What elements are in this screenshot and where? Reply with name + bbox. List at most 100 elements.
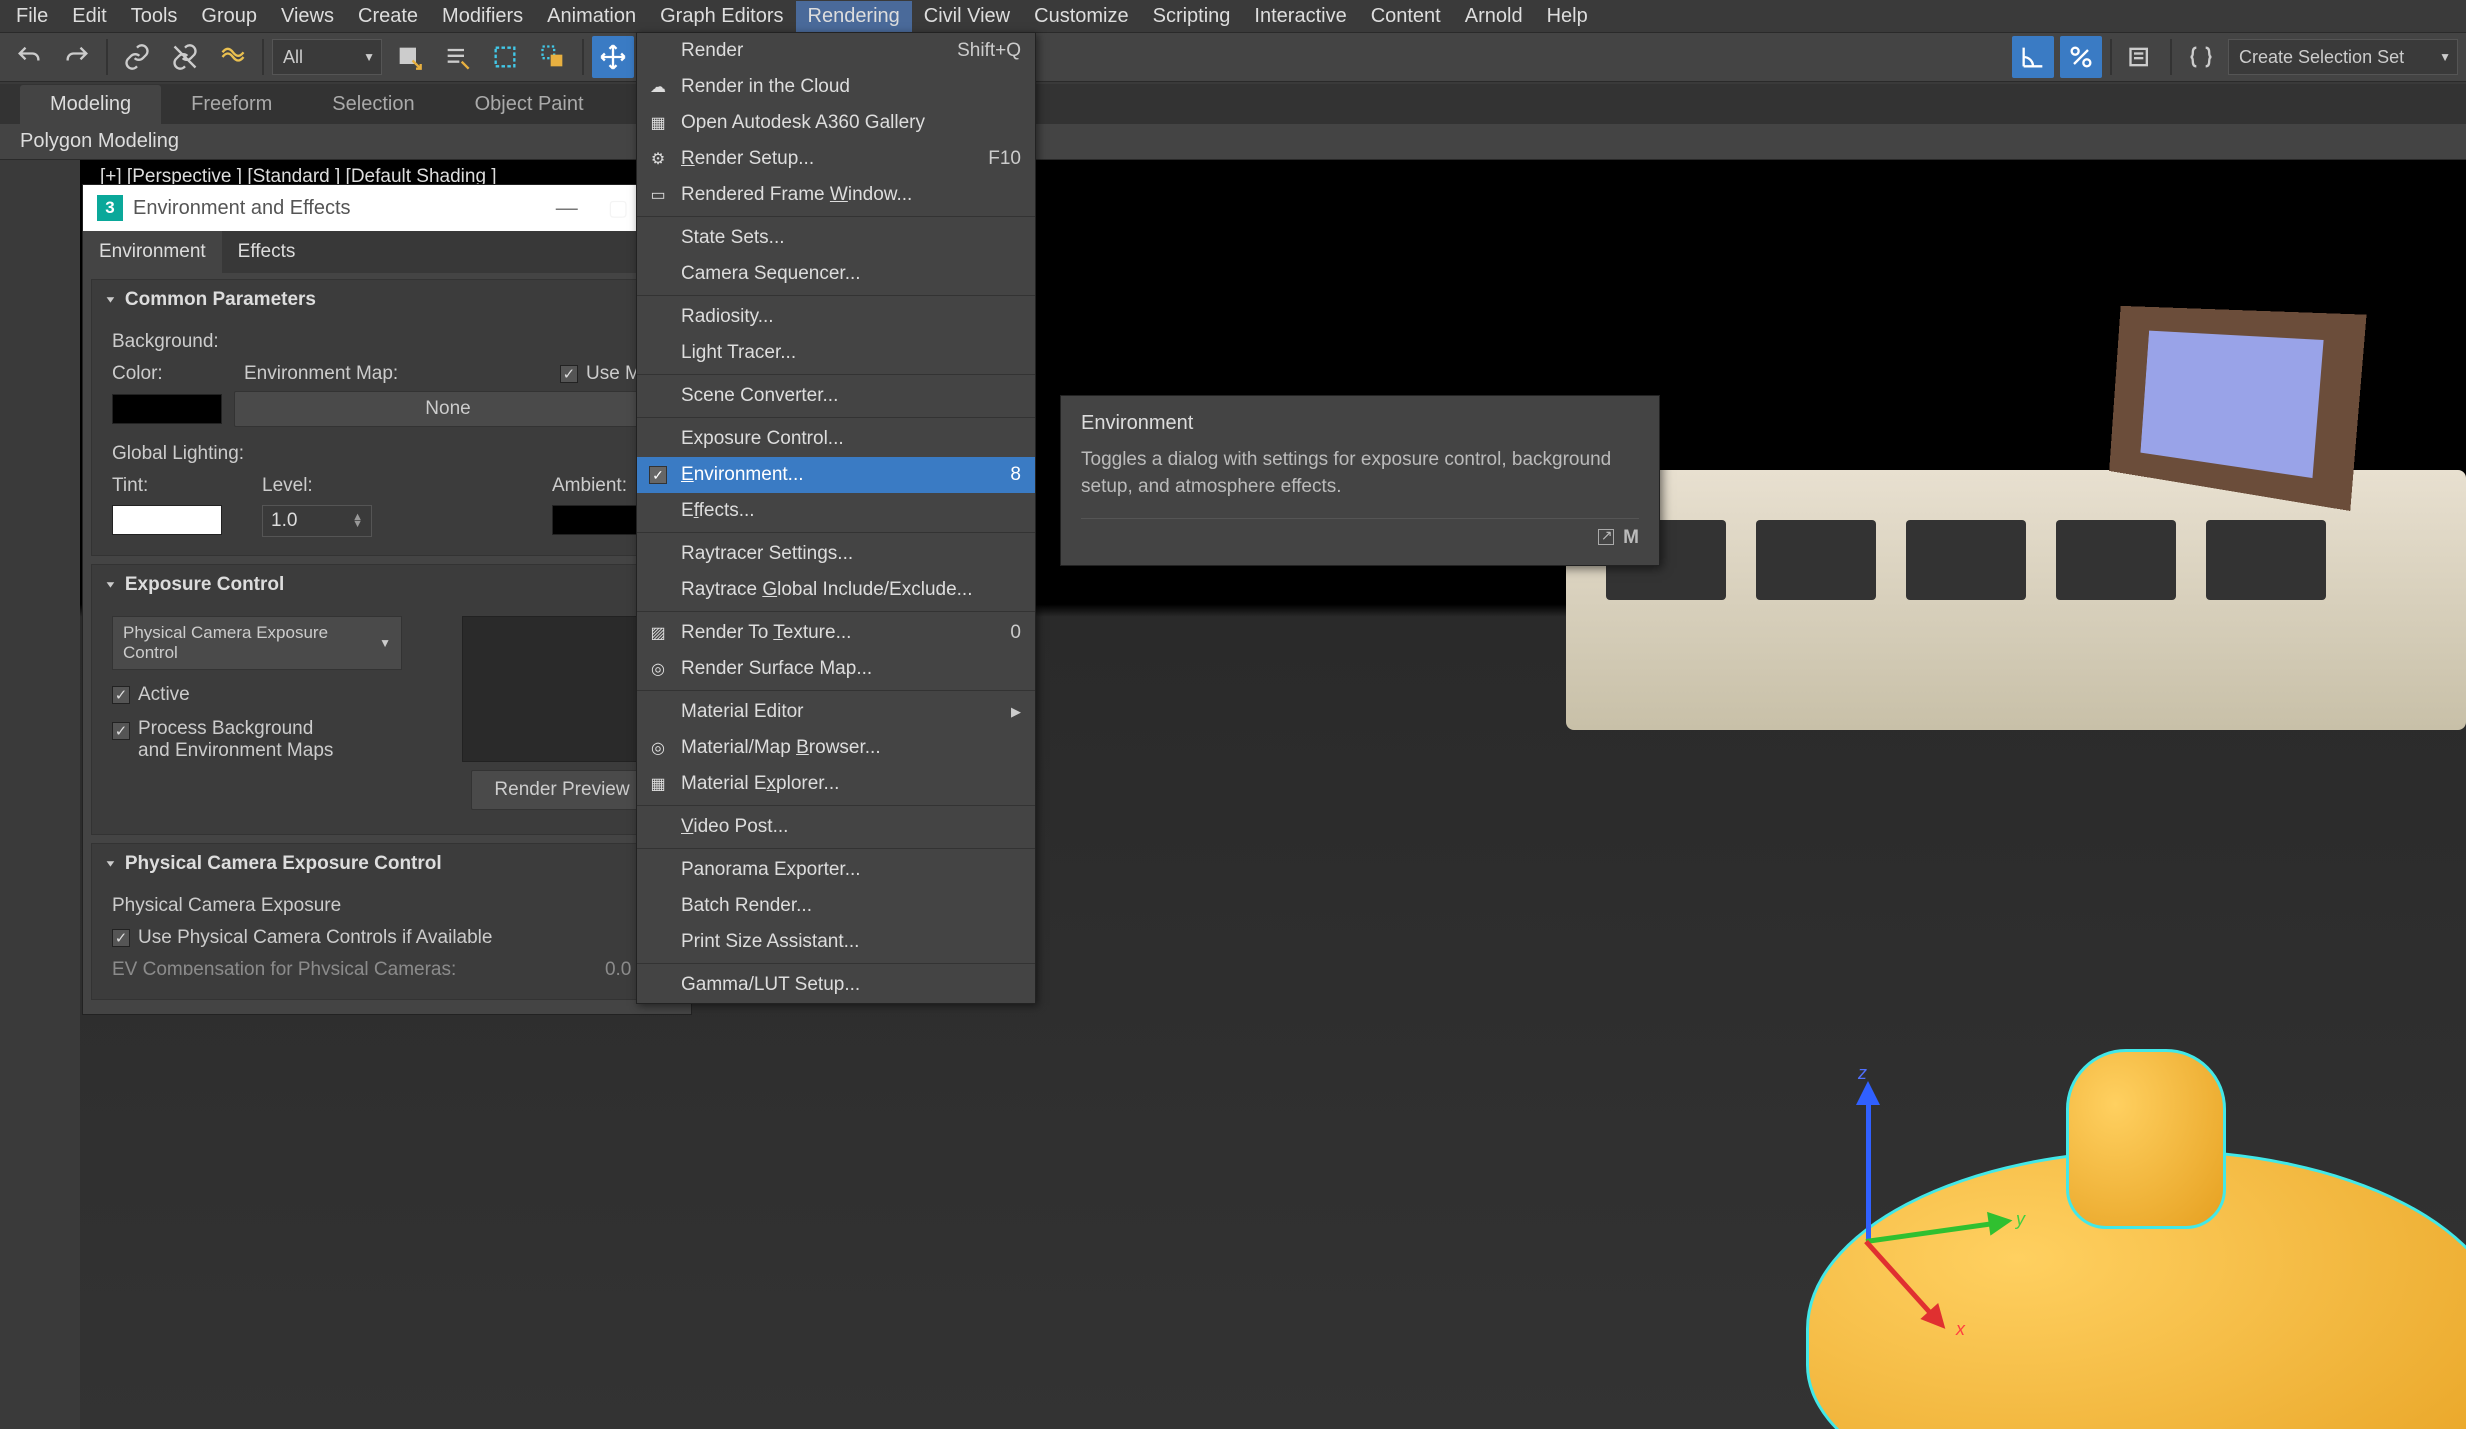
rollup-header-common[interactable]: Common Parameters ⠿	[92, 280, 682, 319]
tab-object-paint[interactable]: Object Paint	[445, 85, 614, 124]
menu-item-exposure-control[interactable]: Exposure Control...	[637, 421, 1035, 457]
menu-separator	[637, 532, 1035, 533]
menu-item-state-sets[interactable]: State Sets...	[637, 220, 1035, 256]
menu-item-material-editor[interactable]: Material Editor▶	[637, 694, 1035, 730]
menu-item-open-autodesk-a360-gallery[interactable]: ▦Open Autodesk A360 Gallery	[637, 105, 1035, 141]
menu-item-environment[interactable]: ✓Environment...8	[637, 457, 1035, 493]
menu-civil-view[interactable]: Civil View	[912, 1, 1022, 32]
menu-views[interactable]: Views	[269, 1, 346, 32]
undo-button[interactable]	[8, 36, 50, 78]
menu-separator	[637, 963, 1035, 964]
tooltip-environment: Environment Toggles a dialog with settin…	[1060, 395, 1660, 566]
tab-modeling[interactable]: Modeling	[20, 85, 161, 124]
menu-item-video-post[interactable]: Video Post...	[637, 809, 1035, 845]
bind-to-space-warp-button[interactable]	[212, 36, 254, 78]
menu-interactive[interactable]: Interactive	[1242, 1, 1358, 32]
menu-item-render-surface-map[interactable]: ◎Render Surface Map...	[637, 651, 1035, 687]
menu-scripting[interactable]: Scripting	[1141, 1, 1243, 32]
menu-item-batch-render[interactable]: Batch Render...	[637, 888, 1035, 924]
unlink-button[interactable]	[164, 36, 206, 78]
gizmo-z-axis[interactable]	[1866, 1089, 1871, 1239]
window-crossing-button[interactable]	[532, 36, 574, 78]
active-checkbox[interactable]: Active	[112, 684, 450, 706]
menu-item-render-to-texture[interactable]: ▨Render To Texture...0	[637, 615, 1035, 651]
percent-snap-button[interactable]	[2060, 36, 2102, 78]
tab-selection[interactable]: Selection	[302, 85, 444, 124]
menu-create[interactable]: Create	[346, 1, 430, 32]
spinner-arrows-icon[interactable]: ▲▼	[352, 514, 363, 528]
menu-group[interactable]: Group	[189, 1, 269, 32]
menu-item-label: Rendered Frame Window...	[681, 184, 912, 206]
curly-braces-button[interactable]	[2180, 36, 2222, 78]
render-preview-button[interactable]: Render Preview	[471, 770, 652, 810]
menu-item-render[interactable]: RenderShift+Q	[637, 33, 1035, 69]
select-object-button[interactable]	[388, 36, 430, 78]
menu-separator	[637, 690, 1035, 691]
menu-item-gamma-lut-setup[interactable]: Gamma/LUT Setup...	[637, 967, 1035, 1003]
color-label: Color:	[112, 363, 232, 385]
menu-item-print-size-assistant[interactable]: Print Size Assistant...	[637, 924, 1035, 960]
menu-item-raytracer-settings[interactable]: Raytracer Settings...	[637, 536, 1035, 572]
gizmo-y-axis[interactable]	[1866, 1220, 2005, 1244]
maximize-button[interactable]: ▢	[608, 195, 629, 221]
menu-separator	[637, 805, 1035, 806]
select-by-name-button[interactable]	[436, 36, 478, 78]
dialog-title-text: Environment and Effects	[133, 197, 351, 220]
menu-animation[interactable]: Animation	[535, 1, 648, 32]
angle-snap-button[interactable]	[2012, 36, 2054, 78]
menu-content[interactable]: Content	[1359, 1, 1453, 32]
tab-environment[interactable]: Environment	[83, 231, 222, 273]
level-spinner[interactable]: 1.0▲▼	[262, 505, 372, 537]
tab-effects[interactable]: Effects	[222, 231, 312, 273]
menu-item-radiosity[interactable]: Radiosity...	[637, 299, 1035, 335]
menu-item-icon: ▭	[647, 184, 669, 206]
selection-filter-dropdown[interactable]: All	[272, 39, 382, 75]
redo-button[interactable]	[56, 36, 98, 78]
menu-shortcut: F10	[988, 148, 1021, 170]
menu-help[interactable]: Help	[1535, 1, 1600, 32]
menu-arnold[interactable]: Arnold	[1453, 1, 1535, 32]
menu-item-light-tracer[interactable]: Light Tracer...	[637, 335, 1035, 371]
menu-graph-editors[interactable]: Graph Editors	[648, 1, 795, 32]
menu-modifiers[interactable]: Modifiers	[430, 1, 535, 32]
menu-item-rendered-frame-window[interactable]: ▭ Rendered Frame Window...	[637, 177, 1035, 213]
menu-item-render-in-the-cloud[interactable]: ☁Render in the Cloud	[637, 69, 1035, 105]
rollup-exposure-control: Exposure Control ⠿ Physical Camera Expos…	[91, 564, 683, 835]
process-background-checkbox[interactable]: Process Background and Environment Maps	[112, 718, 450, 762]
menu-item-material-explorer[interactable]: ▦Material Explorer...	[637, 766, 1035, 802]
menu-customize[interactable]: Customize	[1022, 1, 1140, 32]
menu-item-material-map-browser[interactable]: ◎Material/Map Browser...	[637, 730, 1035, 766]
dialog-titlebar[interactable]: 3 Environment and Effects — ▢ ✕	[83, 185, 691, 231]
selection-set-dropdown[interactable]: Create Selection Set	[2228, 39, 2458, 75]
menu-separator	[637, 295, 1035, 296]
menu-item-render-setup[interactable]: ⚙Render Setup...F10	[637, 141, 1035, 177]
menu-rendering[interactable]: Rendering	[796, 1, 912, 32]
link-button[interactable]	[116, 36, 158, 78]
menu-item-raytrace-global-include-exclude[interactable]: Raytrace Global Include/Exclude...	[637, 572, 1035, 608]
menu-item-effects[interactable]: Effects...	[637, 493, 1035, 529]
rollup-header-physical[interactable]: Physical Camera Exposure Control ⠿	[92, 844, 682, 883]
transform-gizmo[interactable]: z y x	[1756, 1089, 2036, 1369]
rectangle-select-button[interactable]	[484, 36, 526, 78]
environment-map-button[interactable]: None	[234, 391, 662, 427]
minimize-button[interactable]: —	[556, 195, 578, 221]
menu-edit[interactable]: Edit	[60, 1, 118, 32]
move-button[interactable]	[592, 36, 634, 78]
gizmo-x-axis[interactable]	[1864, 1240, 1941, 1325]
menu-item-camera-sequencer[interactable]: Camera Sequencer...	[637, 256, 1035, 292]
exposure-method-dropdown[interactable]: Physical Camera Exposure Control	[112, 616, 402, 670]
menu-item-panorama-exporter[interactable]: Panorama Exporter...	[637, 852, 1035, 888]
menu-file[interactable]: File	[4, 1, 60, 32]
menu-item-icon: ☁	[647, 76, 669, 98]
menu-item-label: Material Explorer...	[681, 773, 839, 795]
menu-tools[interactable]: Tools	[119, 1, 190, 32]
menu-item-label: Open Autodesk A360 Gallery	[681, 112, 925, 134]
menu-item-scene-converter[interactable]: Scene Converter...	[637, 378, 1035, 414]
dialog-body: Common Parameters ⠿ Background: Color: E…	[83, 273, 691, 1014]
tab-freeform[interactable]: Freeform	[161, 85, 302, 124]
rollup-header-exposure[interactable]: Exposure Control ⠿	[92, 565, 682, 604]
named-selection-sets-button[interactable]	[2120, 36, 2162, 78]
background-color-swatch[interactable]	[112, 394, 222, 424]
use-physical-checkbox[interactable]: Use Physical Camera Controls if Availabl…	[112, 927, 662, 949]
tint-swatch[interactable]	[112, 505, 222, 535]
